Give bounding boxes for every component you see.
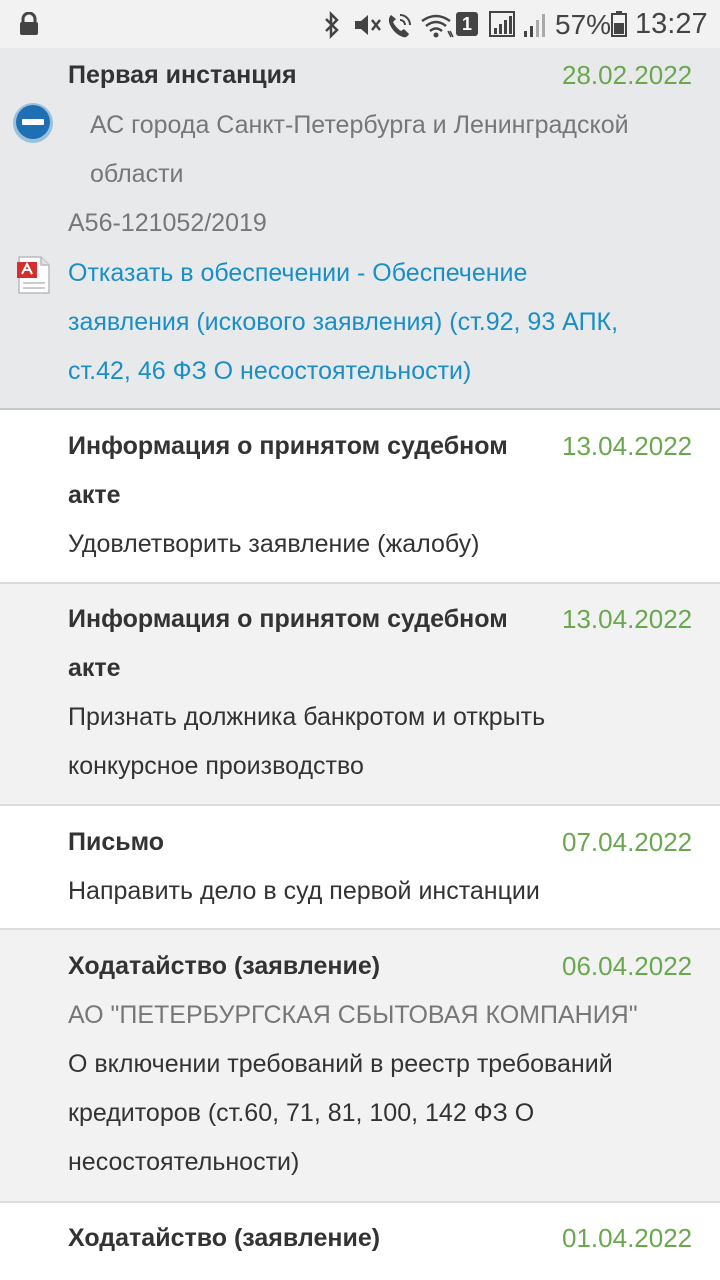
pdf-icon[interactable] bbox=[17, 256, 51, 294]
document-link-line3[interactable]: ст.42, 46 ФЗ О несостоятельности) bbox=[68, 347, 471, 396]
signal-icon bbox=[489, 11, 515, 37]
event-title-line2: акте bbox=[68, 481, 121, 509]
event-text-line1: О включении требований в реестр требован… bbox=[68, 1050, 613, 1078]
event-text-line2: конкурсное производство bbox=[68, 752, 364, 780]
bluetooth-icon bbox=[325, 11, 339, 39]
event-date: 07.04.2022 bbox=[562, 827, 693, 857]
event-title-line1: Ходатайство (заявление) bbox=[68, 1224, 381, 1252]
event-title-line2: акте bbox=[68, 654, 121, 682]
mute-icon bbox=[355, 15, 381, 35]
event-date: 13.04.2022 bbox=[562, 431, 693, 461]
event-party: АО "ПЕТЕРБУРГСКАЯ СБЫТОВАЯ КОМПАНИЯ" bbox=[68, 1001, 638, 1029]
list-item[interactable]: Информация о принятом судебном 13.04.202… bbox=[0, 410, 720, 584]
document-link-line1[interactable]: Отказать в обеспечении - Обеспечение bbox=[68, 249, 527, 298]
court-name-line1: АС города Санкт-Петербурга и Ленинградск… bbox=[90, 111, 629, 139]
list-item[interactable]: Письмо 07.04.2022 Направить дело в суд п… bbox=[0, 806, 720, 930]
event-text-line1: Признать должника банкротом и открыть bbox=[68, 703, 546, 731]
wifi-calling-icon bbox=[388, 14, 411, 38]
event-title-line1: Информация о принятом судебном bbox=[68, 605, 508, 633]
event-title-line1: Письмо bbox=[68, 828, 165, 856]
event-date: 13.04.2022 bbox=[562, 604, 693, 634]
list-item[interactable]: Ходатайство (заявление) 01.04.2022 bbox=[0, 1203, 720, 1280]
instance-date: 28.02.2022 bbox=[562, 60, 693, 90]
lock-icon bbox=[20, 12, 38, 35]
event-text-line1: Направить дело в суд первой инстанции bbox=[68, 877, 540, 905]
event-text-line2: кредиторов (ст.60, 71, 81, 100, 142 ФЗ О bbox=[68, 1099, 535, 1127]
case-number: А56-121052/2019 bbox=[68, 209, 267, 237]
battery-icon bbox=[611, 11, 627, 37]
signal-strength-icon bbox=[524, 14, 545, 37]
event-date: 06.04.2022 bbox=[562, 951, 693, 981]
collapse-icon[interactable] bbox=[12, 102, 54, 144]
event-date: 01.04.2022 bbox=[562, 1223, 693, 1253]
status-bar: 1 57% 13:27 bbox=[0, 0, 720, 48]
wifi-icon bbox=[421, 14, 454, 38]
court-name-line2: области bbox=[90, 160, 184, 188]
event-title-line1: Ходатайство (заявление) bbox=[68, 952, 381, 980]
first-instance-block[interactable]: Первая инстанция 28.02.2022 АС города Са… bbox=[0, 48, 720, 410]
list-item[interactable]: Информация о принятом судебном 13.04.202… bbox=[0, 584, 720, 806]
instance-title: Первая инстанция bbox=[68, 61, 297, 89]
battery-percent: 57% bbox=[555, 9, 612, 40]
list-item[interactable]: Ходатайство (заявление) 06.04.2022 АО "П… bbox=[0, 930, 720, 1203]
event-text-line3: несостоятельности) bbox=[68, 1148, 300, 1176]
event-text-line1: Удовлетворить заявление (жалобу) bbox=[68, 530, 480, 558]
clock: 13:27 bbox=[635, 8, 708, 40]
event-title-line1: Информация о принятом судебном bbox=[68, 432, 508, 460]
document-link-line2[interactable]: заявления (искового заявления) (ст.92, 9… bbox=[68, 298, 618, 347]
sim-slot-badge: 1 bbox=[456, 12, 478, 36]
